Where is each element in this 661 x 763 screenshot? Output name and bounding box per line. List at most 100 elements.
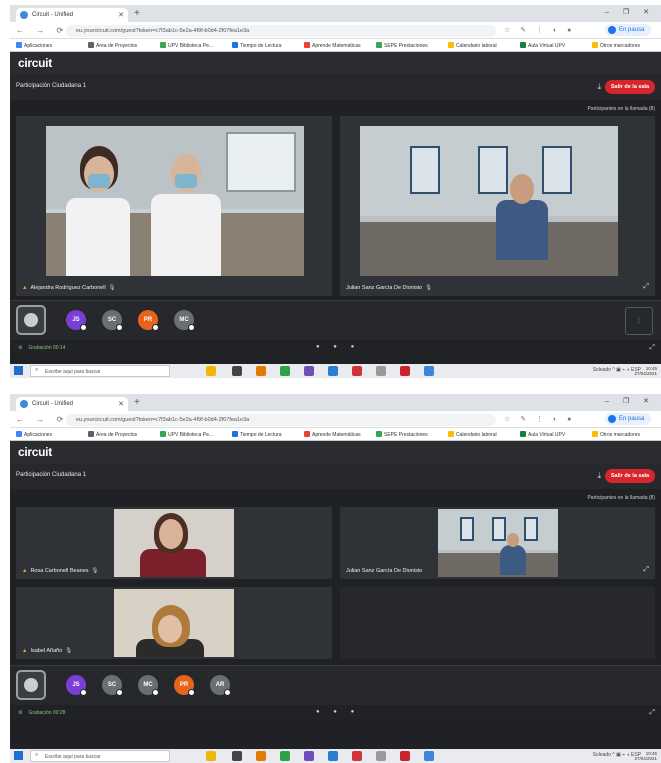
settings-icon[interactable]: ⚙ xyxy=(18,710,22,716)
bookmark-item[interactable]: Aula Virtual UPV xyxy=(520,431,565,438)
chrome-icon[interactable] xyxy=(280,751,290,761)
fullscreen-icon[interactable]: ⤢ xyxy=(649,344,655,352)
participant-avatar[interactable]: MC xyxy=(138,675,159,696)
windows-start-icon[interactable] xyxy=(14,366,23,375)
call-controls[interactable]: ● ● ● xyxy=(316,709,360,715)
extension-icons[interactable]: ☆ ✎ ⋮ ◐ ● xyxy=(504,26,575,34)
bookmark-item[interactable]: Aplicaciones xyxy=(16,431,52,438)
browser-tab[interactable]: Circuit - Unified ✕ xyxy=(16,397,128,411)
strip-more-button[interactable]: ⋮ xyxy=(625,307,653,335)
app-icon[interactable] xyxy=(352,366,362,376)
window-controls[interactable]: – ❐ ✕ xyxy=(605,397,655,405)
bookmark-item[interactable]: Área de Proyectos xyxy=(88,431,137,438)
bookmark-item[interactable]: Aprende Matemáticas xyxy=(304,431,361,438)
expand-icon[interactable]: ⤢ xyxy=(643,566,649,574)
app-icon[interactable] xyxy=(352,751,362,761)
fullscreen-icon[interactable]: ⤢ xyxy=(649,709,655,717)
store-icon[interactable] xyxy=(232,751,242,761)
bookmark-item[interactable]: Calendario laboral xyxy=(448,431,497,438)
status-badge xyxy=(152,324,159,331)
browser-tab[interactable]: Circuit - Unified ✕ xyxy=(16,8,128,22)
bookmark-item[interactable]: Aprende Matemáticas xyxy=(304,42,361,49)
video-tile[interactable]: ▲ Rosa Carbonell Beanes 🎙 xyxy=(16,507,332,579)
app-icon[interactable] xyxy=(328,751,338,761)
file-explorer-icon[interactable] xyxy=(206,751,216,761)
participant-video xyxy=(114,509,234,577)
participant-avatar[interactable]: PR xyxy=(174,675,195,696)
call-controls[interactable]: ● ● ● xyxy=(316,344,360,350)
bookmark-item[interactable]: Tiempo de Lectura xyxy=(232,42,282,49)
app-icon[interactable] xyxy=(400,366,410,376)
taskbar-search[interactable]: ⌕ Escribe aquí para buscar xyxy=(30,750,170,762)
profile-button[interactable]: En pausa xyxy=(605,413,651,425)
video-tile[interactable]: Julian Sanz García De Dionisio ⤢ xyxy=(340,507,655,579)
layout-grid-button[interactable] xyxy=(16,670,46,700)
video-tile[interactable]: ▲ Alejandra Rodríguez Carbonell 🎙 xyxy=(16,116,332,296)
layout-grid-button[interactable] xyxy=(16,305,46,335)
url-field[interactable]: eu.yourcircuit.com/guest?token=c7f3ab1c-… xyxy=(66,25,496,37)
participant-avatar[interactable]: SC xyxy=(102,675,123,696)
new-tab-button[interactable]: + xyxy=(134,8,140,19)
circuit-favicon-icon xyxy=(20,11,28,19)
participant-avatar[interactable]: JS xyxy=(66,675,87,696)
video-tile[interactable]: ▲ Isabel Añaño 🎙 xyxy=(16,587,332,659)
bookmark-item[interactable]: Aplicaciones xyxy=(16,42,52,49)
file-explorer-icon[interactable] xyxy=(206,366,216,376)
profile-button[interactable]: En pausa xyxy=(605,24,651,36)
app-icon[interactable] xyxy=(256,366,266,376)
leave-call-button[interactable]: Salir de la sala xyxy=(605,469,655,483)
participant-avatar[interactable]: JS xyxy=(66,310,87,331)
bookmark-item[interactable]: Otros marcadores xyxy=(592,42,640,49)
participant-count[interactable]: Participantes en la llamada (8) xyxy=(587,495,655,501)
bookmark-item[interactable]: Tiempo de Lectura xyxy=(232,431,282,438)
close-tab-icon[interactable]: ✕ xyxy=(118,11,124,19)
participant-avatar[interactable]: SC xyxy=(102,310,123,331)
close-tab-icon[interactable]: ✕ xyxy=(118,400,124,408)
bookmark-item[interactable]: UPV Biblioteca Pe... xyxy=(160,42,213,49)
clock[interactable]: 10:45 27/04/2021 xyxy=(634,751,657,761)
new-tab-button[interactable]: + xyxy=(134,397,140,408)
window-controls[interactable]: – ❐ ✕ xyxy=(605,8,655,16)
participant-avatar[interactable]: PR xyxy=(138,310,159,331)
participant-avatar[interactable]: MC xyxy=(174,310,195,331)
navigation-buttons[interactable]: ← → ⟳ xyxy=(16,26,68,35)
url-field[interactable]: eu.yourcircuit.com/guest?token=c7f3ab1c-… xyxy=(66,414,496,426)
app-icon[interactable] xyxy=(256,751,266,761)
bookmark-item[interactable]: Calendario laboral xyxy=(448,42,497,49)
app-icon[interactable] xyxy=(304,366,314,376)
bookmark-item[interactable]: Área de Proyectos xyxy=(88,42,137,49)
store-icon[interactable] xyxy=(232,366,242,376)
participant-count[interactable]: Participantes en la llamada (8) xyxy=(587,106,655,112)
bookmark-item[interactable]: SEPE Prestaciones xyxy=(376,431,428,438)
settings-icon[interactable]: ⚙ xyxy=(18,345,22,351)
app-icon[interactable] xyxy=(400,751,410,761)
tab-title: Circuit - Unified xyxy=(32,12,74,18)
extension-icons[interactable]: ☆ ✎ ⋮ ◐ ● xyxy=(504,415,575,423)
navigation-buttons[interactable]: ← → ⟳ xyxy=(16,415,68,424)
status-badge xyxy=(116,689,123,696)
app-icon[interactable] xyxy=(376,366,386,376)
status-badge xyxy=(224,689,231,696)
expand-icon[interactable]: ⤢ xyxy=(643,283,649,291)
app-icon[interactable] xyxy=(424,366,434,376)
bookmark-item[interactable]: Aula Virtual UPV xyxy=(520,42,565,49)
bookmark-item[interactable]: UPV Biblioteca Pe... xyxy=(160,431,213,438)
taskbar-search[interactable]: ⌕ Escribe aquí para buscar xyxy=(30,365,170,377)
bookmark-label: Calendario laboral xyxy=(456,432,497,438)
app-icon[interactable] xyxy=(424,751,434,761)
chrome-icon[interactable] xyxy=(280,366,290,376)
avatar-initials: JS xyxy=(72,682,80,688)
status-badge xyxy=(188,324,195,331)
video-tile[interactable]: Julian Sanz García De Dionisio 🎙 ⤢ xyxy=(340,116,655,296)
minimize-icon[interactable]: ⤓ xyxy=(597,82,601,92)
bookmark-item[interactable]: Otros marcadores xyxy=(592,431,640,438)
app-icon[interactable] xyxy=(328,366,338,376)
app-icon[interactable] xyxy=(376,751,386,761)
minimize-icon[interactable]: ⤓ xyxy=(597,471,601,481)
windows-start-icon[interactable] xyxy=(14,751,23,760)
participant-avatar[interactable]: AR xyxy=(210,675,231,696)
bookmark-item[interactable]: SEPE Prestaciones xyxy=(376,42,428,49)
clock[interactable]: 10:45 27/04/2021 xyxy=(634,366,657,376)
leave-call-button[interactable]: Salir de la sala xyxy=(605,80,655,94)
app-icon[interactable] xyxy=(304,751,314,761)
